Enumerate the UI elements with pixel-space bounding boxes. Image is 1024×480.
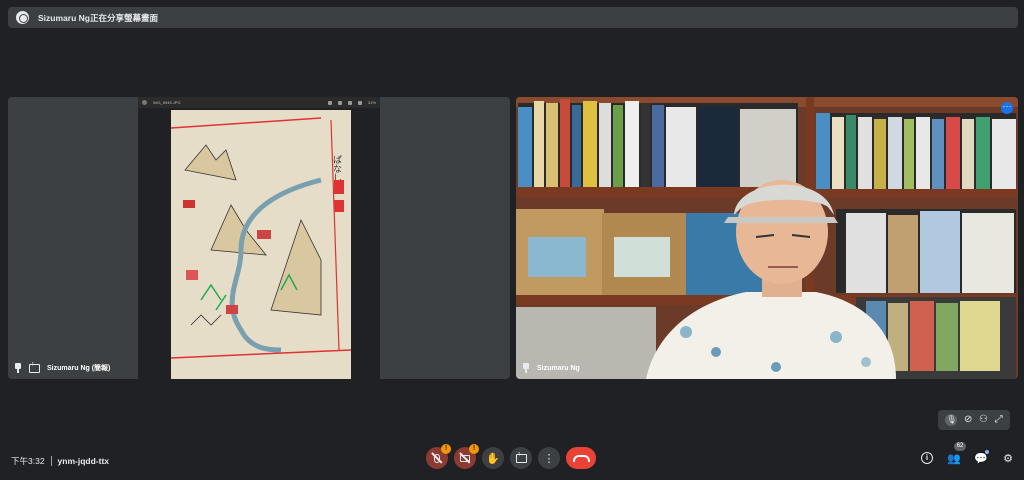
meeting-details-button[interactable]: i (918, 449, 936, 467)
people-button[interactable]: 👥 62 (945, 442, 966, 467)
expand-icon[interactable]: ⤢ (995, 415, 1003, 425)
call-controls: ! ! ✋ ⋮ (426, 444, 596, 469)
camera-off-icon[interactable]: ⊘ (964, 415, 972, 425)
viewer-zoom: 31% (367, 100, 376, 105)
viewer-tools (327, 100, 362, 105)
page-text: ぱなし (331, 155, 342, 182)
banner-text: Sizumaru Ng正在分享螢幕畫面 (38, 12, 158, 23)
rotate-icon (337, 100, 342, 105)
more-vert-icon: ⋮ (543, 452, 555, 465)
present-now-button[interactable] (510, 447, 532, 469)
present-screen-icon (515, 451, 527, 463)
viewer-title: IMG_8945.JPG (153, 100, 181, 105)
raise-hand-button[interactable]: ✋ (482, 447, 504, 469)
tile-label: Sizumaru Ng (522, 363, 580, 373)
meeting-details: 下午3:32 ynm-jqdd-ttx (11, 455, 109, 467)
self-view-icon[interactable]: ⚇ (979, 415, 988, 425)
meeting-code: ynm-jqdd-ttx (57, 456, 110, 466)
activities-icon: ⚙ (1003, 452, 1013, 465)
camera-video-image (516, 97, 1018, 379)
camera-video (516, 97, 1018, 379)
participant-name: Sizumaru Ng (537, 364, 580, 372)
shared-screen: IMG_8945.JPG 31% ぱなし (138, 97, 380, 379)
edit-icon (327, 100, 332, 105)
mic-off-icon[interactable]: 🎙 (945, 414, 958, 426)
participant-name: Sizumaru Ng (簡報) (47, 365, 111, 372)
info-icon: i (921, 452, 933, 464)
camera-button[interactable]: ! (454, 444, 479, 469)
pin-icon[interactable] (522, 363, 530, 373)
clock: 下午3:32 (11, 456, 45, 466)
hand-icon: ✋ (486, 452, 500, 465)
side-panel-controls: i 👥 62 💬 ⚙ (918, 442, 1017, 467)
activities-button[interactable]: ⚙ (999, 449, 1017, 467)
more-options-button[interactable]: ⋮ (538, 447, 560, 469)
meet-window: Sizumaru Ng正在分享螢幕畫面 IMG_8945.JPG 31% ぱなし… (0, 0, 1024, 480)
more-options-icon[interactable]: ··· (1001, 102, 1013, 114)
chat-button[interactable]: 💬 (972, 449, 990, 467)
favorite-icon (357, 100, 362, 105)
delete-icon (347, 100, 352, 105)
people-icon: 👥 (947, 452, 961, 465)
unread-dot (985, 450, 989, 454)
presentation-tile[interactable]: IMG_8945.JPG 31% ぱなし ↑ Sizumaru Ng (簡報) (8, 97, 510, 379)
divider (50, 456, 52, 466)
microphone-button[interactable]: ! (426, 444, 451, 469)
hand-drawn-map-image: ぱなし (171, 110, 351, 379)
pin-icon[interactable] (14, 363, 22, 373)
tile-label: Sizumaru Ng (簡報) (14, 361, 111, 373)
mic-warning-badge: ! (441, 444, 451, 454)
self-view-controls: 🎙 ⊘ ⚇ ⤢ (938, 410, 1010, 430)
camera-warning-badge: ! (469, 444, 479, 454)
map-document: ぱなし (171, 110, 351, 379)
screen-share-banner: Sizumaru Ng正在分享螢幕畫面 (8, 7, 1018, 28)
people-count: 62 (954, 442, 966, 451)
presenter-avatar-icon (16, 11, 29, 24)
participant-tile[interactable]: ··· Sizumaru Ng (516, 97, 1018, 379)
leave-call-button[interactable] (566, 447, 596, 469)
presentation-icon (29, 361, 40, 373)
viewer-titlebar: IMG_8945.JPG 31% (138, 97, 380, 108)
viewer-app-icon (142, 100, 147, 105)
